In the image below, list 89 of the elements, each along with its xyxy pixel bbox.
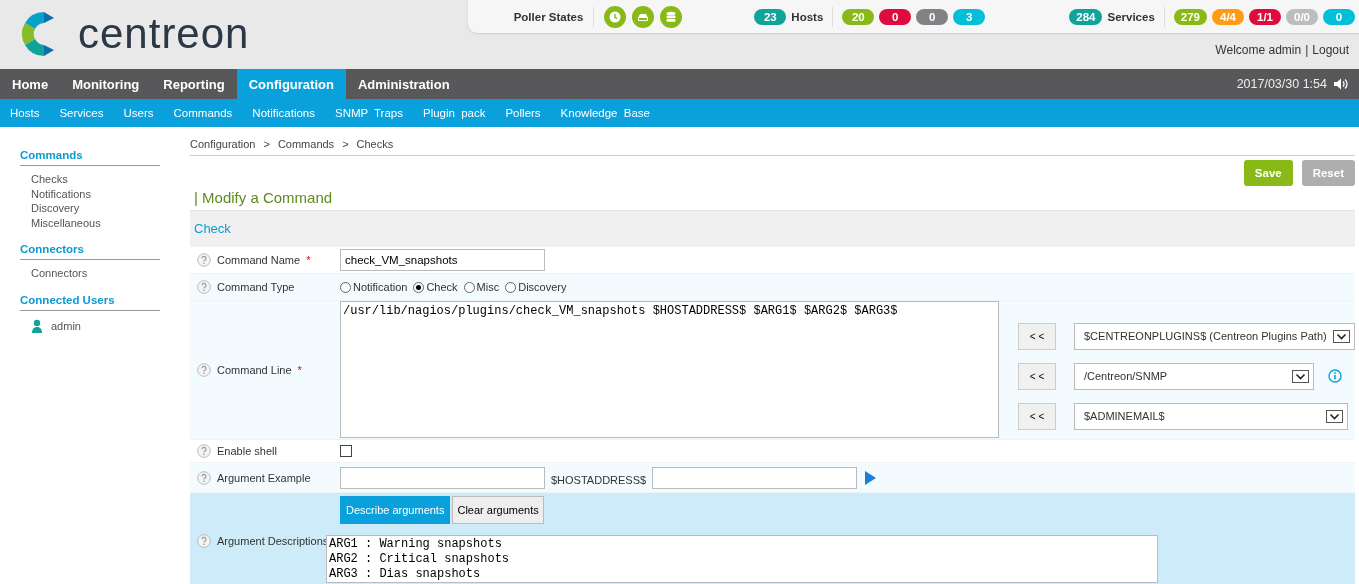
insert-macro-button[interactable]: < <: [1018, 402, 1056, 430]
radio-label: Notification: [353, 281, 408, 293]
caret-icon: [1333, 329, 1350, 343]
checkbox[interactable]: [340, 445, 352, 457]
macro-select[interactable]: $ADMINEMAIL$: [1074, 402, 1348, 430]
input-field[interactable]: [340, 466, 545, 489]
command-line-field[interactable]: /usr/lib/nagios/plugins/check_VM_snapshots $HOSTADDRESS$ $ARG1$ $ARG2$ $ARG3$: [340, 301, 999, 438]
sub-menu-item[interactable]: Commands: [163, 107, 243, 119]
macro-select[interactable]: /Centreon/SNMP: [1074, 362, 1314, 390]
radio-button[interactable]: [505, 281, 517, 293]
radio-button[interactable]: [463, 281, 475, 293]
help-icon: [197, 534, 211, 548]
sidebar-link[interactable]: Miscellaneous: [31, 215, 160, 230]
sub-menu-item[interactable]: SNMP Traps: [325, 107, 413, 119]
clock-icon: [608, 9, 623, 24]
radio-label: Check: [426, 281, 458, 293]
help-icon: [197, 253, 211, 267]
macro-select[interactable]: $CENTREONPLUGINS$ (Centreon Plugins Path): [1074, 322, 1355, 350]
field-label: Argument Descriptions: [217, 535, 329, 547]
menu-tab[interactable]: Configuration: [236, 69, 346, 99]
page-title: | Modify a Command: [193, 188, 334, 208]
radio-button[interactable]: [413, 281, 425, 293]
action-button[interactable]: Describe arguments: [340, 496, 451, 524]
menu-tab[interactable]: Home: [0, 69, 61, 99]
input-field[interactable]: [652, 466, 858, 489]
caret-icon: [1326, 409, 1343, 423]
breadcrumb-link[interactable]: Checks: [356, 138, 394, 150]
help-icon: [197, 363, 211, 377]
sub-menu-item[interactable]: Services: [49, 107, 114, 119]
help-icon: [197, 280, 211, 294]
speaker-icon: [1333, 77, 1349, 91]
menu-tab[interactable]: Administration: [345, 69, 462, 99]
welcome-text: Welcome admin: [1215, 43, 1302, 57]
sidebar-link[interactable]: Connectors: [31, 266, 160, 281]
caret-icon: [1292, 369, 1309, 383]
status-count-badge[interactable]: 0: [879, 8, 912, 25]
field-label: $HOSTADDRESS$: [551, 474, 647, 486]
required-mark: *: [297, 364, 302, 376]
argument-descriptions-field[interactable]: ARG1 : Warning snapshots ARG2 : Critical snapshots ARG3 : Dias snapshots: [326, 535, 1158, 583]
user-icon: [31, 318, 43, 333]
info-icon: [1328, 369, 1342, 383]
brand-name: centreon: [78, 10, 250, 58]
sub-menu-item[interactable]: Pollers: [495, 107, 551, 119]
sidebar-section-title: Connected Users: [20, 291, 160, 311]
field-label: Command Line: [217, 364, 292, 376]
sub-menu-item[interactable]: Hosts: [0, 107, 50, 119]
breadcrumb-separator: >: [263, 138, 270, 150]
menu-tab[interactable]: Reporting: [151, 69, 237, 99]
breadcrumb-link[interactable]: Configuration: [190, 138, 256, 150]
hosts-total-badge[interactable]: 23: [754, 8, 787, 25]
section-header: Check: [190, 210, 1355, 246]
insert-macro-button[interactable]: < <: [1018, 322, 1056, 350]
sub-menu-item[interactable]: Plugin pack: [413, 107, 496, 119]
action-button[interactable]: Clear arguments: [452, 496, 544, 524]
play-icon: [863, 469, 878, 486]
field-label: Command Name: [217, 254, 301, 266]
sidebar-section-title: Connectors: [20, 241, 160, 260]
breadcrumb-link[interactable]: Commands: [277, 138, 335, 150]
sidebar-section-title: Commands: [20, 147, 160, 166]
sidebar-link[interactable]: Discovery: [31, 201, 160, 216]
sidebar-link[interactable]: Checks: [31, 172, 160, 187]
radio-button[interactable]: [340, 281, 351, 293]
field-label: Argument Example: [217, 471, 311, 484]
field-label: Enable shell: [217, 445, 277, 457]
required-mark: *: [306, 254, 311, 266]
breadcrumb-separator: >: [342, 138, 349, 150]
poller-states-label: Poller States: [513, 10, 584, 23]
radio-label: Misc: [476, 281, 500, 293]
field-label: Command Type: [217, 281, 295, 293]
sub-menu-item[interactable]: Users: [113, 107, 164, 119]
help-icon: [197, 444, 211, 458]
status-count-badge[interactable]: 1/1: [1249, 8, 1281, 25]
date-time: 2017/03/30 1:54: [1236, 77, 1327, 91]
insert-macro-button[interactable]: < <: [1018, 362, 1056, 390]
database-icon: [664, 9, 679, 24]
hosts-label: Hosts: [791, 10, 824, 23]
separator-text: |: [1305, 43, 1309, 57]
services-label: Services: [1107, 10, 1155, 23]
menu-tab[interactable]: Monitoring: [60, 69, 152, 99]
services-total-badge[interactable]: 284: [1069, 8, 1103, 25]
status-count-badge[interactable]: 0: [916, 8, 949, 25]
help-icon: [197, 470, 211, 485]
sub-menu-item[interactable]: Notifications: [242, 107, 325, 119]
input-field[interactable]: check_VM_snapshots: [340, 249, 545, 271]
logout-link[interactable]: Logout: [1312, 43, 1349, 57]
sub-menu-item[interactable]: Knowledge Base: [550, 107, 660, 119]
sidebar-link[interactable]: Notifications: [31, 186, 160, 201]
radio-label: Discovery: [518, 281, 567, 293]
connected-user: admin: [51, 318, 81, 333]
